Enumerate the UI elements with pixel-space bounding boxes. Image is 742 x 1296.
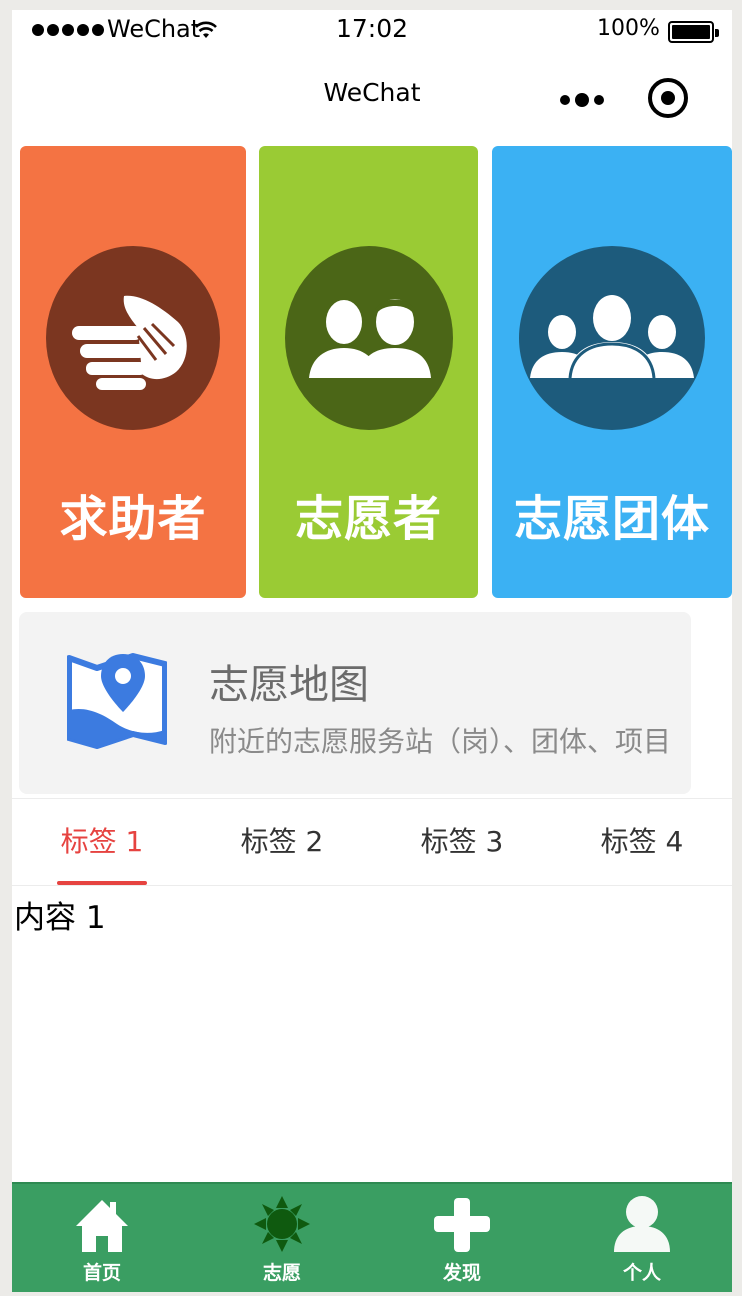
category-label: 志愿者 — [294, 491, 442, 547]
sun-icon — [254, 1196, 310, 1252]
home-icon — [76, 1200, 128, 1252]
bottom-tab-bar: 首页 志愿 发现 个人 — [12, 1182, 732, 1292]
tab-4[interactable]: 标签 4 — [552, 799, 732, 887]
category-card-volunteer[interactable]: 志愿者 — [259, 146, 478, 598]
map-card-subtitle: 附近的志愿服务站（岗）、团体、项目 — [209, 725, 672, 758]
tab-1[interactable]: 标签 1 — [12, 799, 192, 887]
navigation-bar: WeChat — [12, 50, 732, 146]
tabbar-label: 首页 — [82, 1262, 121, 1284]
tabbar-item-discover[interactable]: 发现 — [372, 1184, 552, 1292]
phone-screen: WeChat 17:02 100% WeChat 求助者 志愿者 志愿团体 志愿… — [12, 10, 732, 1292]
active-tab-indicator — [57, 881, 147, 885]
category-label: 求助者 — [59, 491, 207, 547]
battery-icon — [668, 21, 719, 43]
map-pin-icon — [67, 653, 167, 749]
tab-bar-top: 标签 1 标签 2 标签 3 标签 4 — [12, 798, 732, 886]
page-title: WeChat — [323, 78, 421, 107]
plus-icon — [434, 1198, 490, 1252]
map-card-title: 志愿地图 — [209, 662, 369, 708]
category-card-team[interactable]: 志愿团体 — [492, 146, 732, 598]
tabbar-item-home[interactable]: 首页 — [12, 1184, 192, 1292]
tabbar-label: 志愿 — [262, 1262, 301, 1284]
status-bar: WeChat 17:02 100% — [12, 10, 732, 50]
tabbar-item-profile[interactable]: 个人 — [552, 1184, 732, 1292]
user-icon — [614, 1196, 670, 1252]
category-card-seeker[interactable]: 求助者 — [20, 146, 246, 598]
more-dots-icon[interactable] — [560, 88, 608, 112]
category-label: 志愿团体 — [513, 491, 710, 547]
tabbar-label: 发现 — [442, 1262, 481, 1284]
volunteer-map-card[interactable]: 志愿地图 附近的志愿服务站（岗）、团体、项目 — [19, 612, 691, 794]
tab-2[interactable]: 标签 2 — [192, 799, 372, 887]
tabbar-item-volunteer[interactable]: 志愿 — [192, 1184, 372, 1292]
battery-percent: 100% — [597, 16, 660, 41]
tab-content: 内容 1 — [14, 900, 106, 936]
tabbar-label: 个人 — [622, 1262, 661, 1284]
target-circle-icon[interactable] — [648, 78, 688, 118]
tab-3[interactable]: 标签 3 — [372, 799, 552, 887]
